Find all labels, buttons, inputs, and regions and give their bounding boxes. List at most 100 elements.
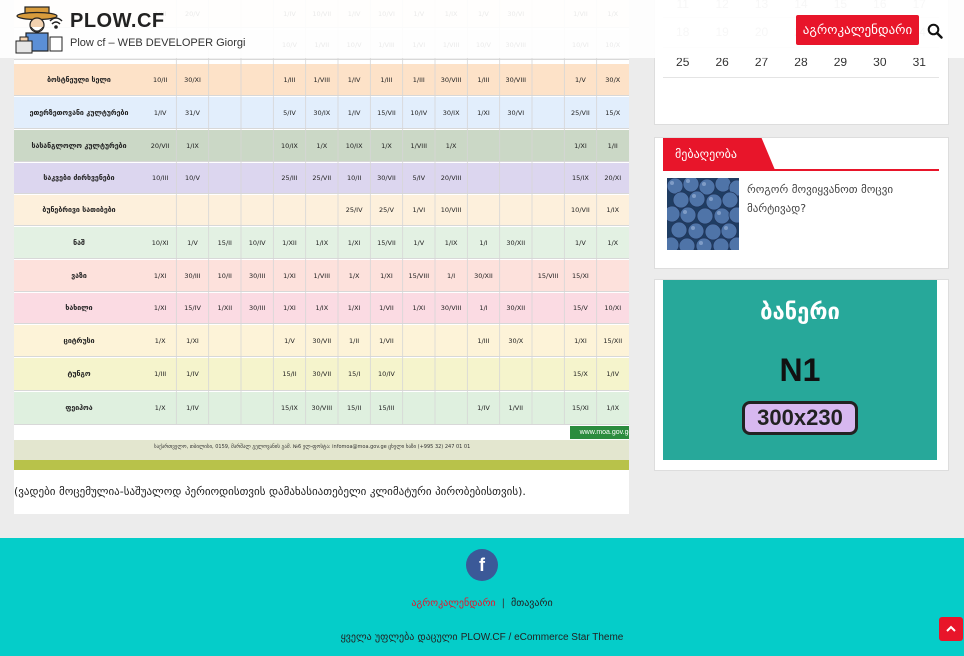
date-cell: 1/X bbox=[607, 238, 619, 247]
date-cell: 30/VIII bbox=[440, 75, 462, 84]
date-cell: 1/X bbox=[348, 271, 360, 280]
date-cell: 10/III bbox=[152, 174, 169, 182]
date-cell bbox=[467, 206, 499, 214]
date-cell: 1/XI bbox=[153, 271, 167, 280]
category-heading[interactable]: მებაღეობა bbox=[663, 138, 775, 170]
date-cell: 1/I bbox=[479, 238, 488, 247]
date-cell bbox=[241, 174, 273, 182]
date-cell: 30/VI bbox=[507, 108, 525, 117]
date-cell bbox=[209, 142, 241, 150]
farmer-logo-icon[interactable] bbox=[12, 5, 64, 55]
table-row: ხახილი 1/XI 15/IV 1/XII 30/III 1/XI 1/IX 1/XI 1/… bbox=[14, 293, 629, 324]
banner-widget: ბანერი N1 300x230 bbox=[654, 279, 949, 471]
date-cell: 10/VIII bbox=[440, 206, 462, 214]
date-cell: 1/XI bbox=[347, 238, 361, 247]
date-cell bbox=[532, 109, 564, 117]
date-cell bbox=[403, 337, 435, 345]
date-cell bbox=[435, 337, 467, 345]
date-cell: 31/V bbox=[185, 108, 200, 117]
table-row: ნაშ 10/XI 1/V 15/II 10/IV 1/XII 1/IX 1/XI 15/VII… bbox=[14, 227, 629, 259]
date-cell: 30/III bbox=[184, 271, 201, 280]
date-cell: 20/XI bbox=[604, 174, 622, 182]
date-cell: 1/I bbox=[446, 271, 456, 280]
date-cell bbox=[435, 370, 467, 378]
table-footer-strip: საქართველო, თბილისი, 0159, მარშალ გელოვა… bbox=[14, 440, 629, 470]
date-cell: 15/II bbox=[346, 404, 362, 412]
footer-link-agrocalendar[interactable]: აგროკალენდარი bbox=[411, 598, 495, 609]
date-cell: 1/V bbox=[575, 238, 586, 247]
footer-link-home[interactable]: მთავარი bbox=[511, 598, 553, 609]
copyright-link[interactable]: PLOW.CF / eCommerce Star Theme bbox=[461, 632, 624, 643]
date-cell: 10/II bbox=[346, 174, 362, 182]
banner-ad[interactable]: ბანერი N1 300x230 bbox=[663, 280, 937, 460]
copyright-text: ყველა უფლება დაცული bbox=[340, 632, 458, 643]
date-cell: 10/XI bbox=[604, 304, 622, 312]
date-cell: 30/VIII bbox=[505, 75, 527, 84]
post-title-link[interactable]: როგორ მოვიყვანოთ მოცვი მარტივად? bbox=[747, 180, 937, 218]
date-cell: 10/IV bbox=[378, 370, 395, 378]
date-cell: 1/III bbox=[412, 75, 425, 84]
date-cell: 1/VIII bbox=[410, 141, 428, 150]
table-row: ფეიჰოა 1/X 1/IV 15/IX 30/VIII 15/II 15/III 1/IV… bbox=[14, 392, 629, 425]
row-cells: 10/III 10/V 25/III 25/VII 10/II 30/VII 5/IV 20/… bbox=[144, 174, 629, 182]
date-cell bbox=[241, 76, 273, 84]
date-cell: 1/IX bbox=[444, 238, 458, 247]
site-tagline: Plow cf – WEB DEVELOPER Giorgi bbox=[70, 37, 246, 49]
date-cell: 1/X bbox=[154, 404, 166, 412]
date-cell: 1/IX bbox=[315, 238, 329, 247]
date-cell: 1/IV bbox=[347, 108, 361, 117]
date-cell: 30/X bbox=[605, 75, 621, 84]
site-header: PLOW.CF Plow cf – WEB DEVELOPER Giorgi ა… bbox=[0, 0, 964, 58]
date-cell: 1/VIII bbox=[313, 75, 331, 84]
date-cell: 1/X bbox=[381, 141, 392, 150]
search-icon[interactable] bbox=[927, 23, 943, 39]
date-cell: 10/II bbox=[217, 271, 232, 280]
date-cell bbox=[241, 337, 273, 345]
table-row: საკვები ძირხვენები 10/III 10/V 25/III 25/VII… bbox=[14, 163, 629, 194]
date-cell: 30/XI bbox=[184, 75, 201, 84]
nav-agrocalendar-button[interactable]: აგროკალენდარი bbox=[796, 15, 919, 45]
facebook-icon[interactable]: f bbox=[466, 549, 498, 581]
footer-copyright: ყველა უფლება დაცული PLOW.CF / eCommerce … bbox=[0, 632, 964, 643]
date-cell: 1/XI bbox=[283, 304, 296, 312]
ministry-url-badge: www.moa.gov.ge bbox=[570, 426, 629, 439]
chevron-up-icon bbox=[946, 625, 956, 632]
date-cell bbox=[467, 142, 499, 150]
crop-label: ფეიჰოა bbox=[65, 404, 93, 412]
date-cell bbox=[532, 404, 564, 412]
row-cells: 1/XI 30/III 10/II 30/III 1/XI 1/VIII 1/X 1/XI 15… bbox=[144, 272, 629, 280]
category-widget: მებაღეობა როგორ მოვიყვანოთ მოცვი მარტივა… bbox=[654, 137, 949, 269]
date-cell: 25/III bbox=[281, 174, 298, 182]
date-cell: 1/X bbox=[154, 336, 166, 345]
date-cell bbox=[241, 142, 273, 150]
date-cell: 1/V bbox=[284, 336, 295, 345]
date-cell: 15/V bbox=[572, 304, 588, 312]
date-cell bbox=[500, 174, 532, 182]
date-cell: 15/VII bbox=[377, 108, 396, 117]
date-cell: 1/XI bbox=[574, 141, 587, 150]
site-title-link[interactable]: PLOW.CF bbox=[70, 10, 165, 33]
date-cell: 1/XI bbox=[153, 304, 167, 312]
date-cell bbox=[144, 206, 176, 214]
date-cell bbox=[467, 174, 499, 182]
date-cell: 1/VI bbox=[412, 206, 426, 214]
date-cell: 10/IV bbox=[410, 108, 428, 117]
date-cell: 30/VIII bbox=[311, 404, 333, 412]
date-cell: 15/XI bbox=[572, 404, 589, 412]
row-cells: 20/VII 1/IX 10/IX 1/X 10/IX 1/X 1/VIII 1/X 1/XI 1… bbox=[144, 142, 629, 150]
date-cell: 10/IV bbox=[248, 238, 266, 247]
date-cell: 15/X bbox=[605, 108, 621, 117]
date-cell bbox=[532, 370, 564, 378]
date-cell bbox=[532, 76, 564, 84]
date-cell: 5/IV bbox=[283, 108, 296, 117]
scroll-to-top-button[interactable] bbox=[939, 617, 963, 641]
date-cell: 15/XI bbox=[572, 271, 589, 280]
ministry-address: საქართველო, თბილისი, 0159, მარშალ გელოვა… bbox=[154, 444, 471, 450]
date-cell: 15/II bbox=[217, 238, 232, 247]
date-cell: 1/IV bbox=[186, 370, 199, 378]
date-cell bbox=[209, 404, 241, 412]
date-cell bbox=[241, 109, 273, 117]
post-thumbnail[interactable] bbox=[667, 178, 739, 250]
date-cell bbox=[209, 337, 241, 345]
date-cell bbox=[209, 370, 241, 378]
